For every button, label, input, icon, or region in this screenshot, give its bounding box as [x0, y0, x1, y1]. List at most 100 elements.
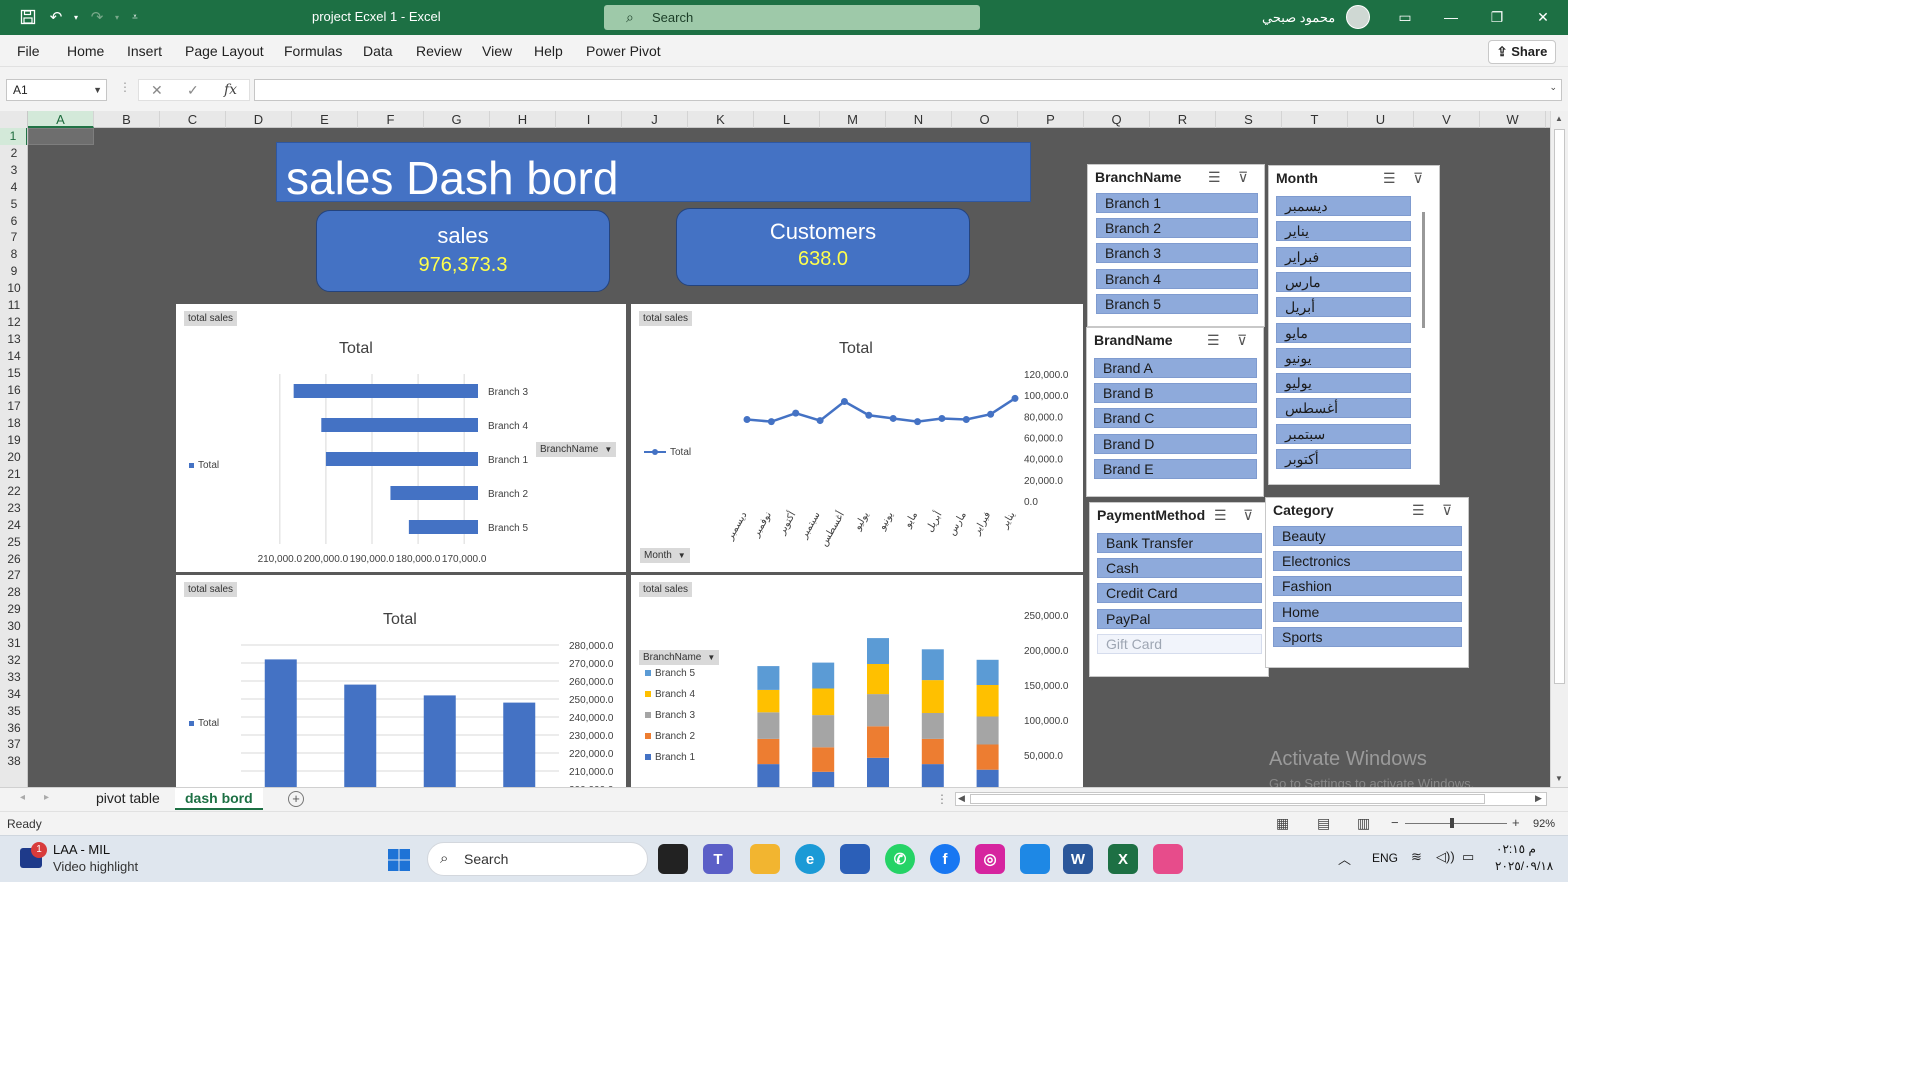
slicer-brandname[interactable]: BrandName ☰ ⊽ Brand A Brand B Brand C Br…	[1086, 327, 1264, 497]
slicer-item[interactable]: يناير	[1276, 221, 1411, 242]
tab-help[interactable]: Help	[534, 43, 563, 59]
multi-select-icon[interactable]: ☰	[1383, 170, 1396, 187]
row-header[interactable]: 20	[0, 449, 27, 466]
selected-cell[interactable]	[28, 128, 94, 145]
row-header[interactable]: 31	[0, 635, 27, 652]
instagram-icon[interactable]: ◎	[975, 844, 1005, 874]
field-button-branchname[interactable]: BranchName ▼	[536, 442, 617, 457]
row-header[interactable]: 19	[0, 432, 27, 449]
tab-data[interactable]: Data	[363, 43, 393, 59]
row-header[interactable]: 28	[0, 584, 27, 601]
column-header[interactable]: F	[358, 111, 424, 128]
search-input[interactable]: ⌕ Search	[604, 5, 980, 30]
column-header[interactable]: O	[952, 111, 1018, 128]
share-button[interactable]: ⇪ Share	[1488, 40, 1556, 64]
slicer-scrollbar[interactable]	[1422, 212, 1425, 328]
slicer-item[interactable]: Sports	[1273, 627, 1462, 647]
row-header[interactable]: 2	[0, 145, 27, 162]
column-header[interactable]: D	[226, 111, 292, 128]
row-header[interactable]: 21	[0, 466, 27, 483]
restore-icon[interactable]: ❐	[1484, 6, 1510, 28]
facebook-icon[interactable]: f	[930, 844, 960, 874]
row-header[interactable]: 14	[0, 348, 27, 365]
windows-start-icon[interactable]	[387, 848, 411, 872]
slicer-item[interactable]: مايو	[1276, 322, 1411, 343]
clock-date[interactable]: ٢٠٢٥/٠٩/١٨	[1495, 859, 1553, 873]
worksheet-grid[interactable]: sales Dash bord sales 976,373.3 Customer…	[28, 128, 1550, 787]
clock-time[interactable]: م ٠٢:١٥	[1496, 842, 1536, 856]
slicer-item[interactable]: Electronics	[1273, 551, 1462, 571]
slicer-item[interactable]: Fashion	[1273, 576, 1462, 596]
column-header[interactable]: K	[688, 111, 754, 128]
customize-toolbar-icon[interactable]: ⩡	[126, 8, 144, 26]
sheet-tab-dash-bord[interactable]: dash bord	[175, 788, 263, 810]
clear-filter-icon[interactable]: ⊽	[1413, 170, 1423, 187]
normal-view-icon[interactable]: ▦	[1276, 815, 1289, 832]
chart-month-sales[interactable]: total sales Total 120,000.0 100,000.0 80,0…	[631, 304, 1083, 572]
hscroll-thumb[interactable]	[970, 794, 1485, 804]
row-header[interactable]: 26	[0, 551, 27, 568]
row-header[interactable]: 38	[0, 753, 27, 770]
enter-icon[interactable]: ✓	[187, 82, 199, 99]
slicer-item[interactable]: Brand C	[1094, 408, 1257, 428]
battery-icon[interactable]: ▭	[1462, 849, 1474, 865]
row-header[interactable]: 4	[0, 179, 27, 196]
clear-filter-icon[interactable]: ⊽	[1243, 507, 1253, 524]
column-header[interactable]: S	[1216, 111, 1282, 128]
slicer-item[interactable]: أبريل	[1276, 297, 1411, 318]
file-explorer-icon[interactable]	[750, 844, 780, 874]
row-header[interactable]: 22	[0, 483, 27, 500]
save-icon[interactable]	[19, 8, 37, 26]
close-icon[interactable]: ✕	[1530, 6, 1556, 28]
cancel-icon[interactable]: ✕	[151, 82, 163, 99]
row-header[interactable]: 32	[0, 652, 27, 669]
slicer-item[interactable]: Bank Transfer	[1097, 533, 1262, 553]
excel-icon[interactable]: X	[1108, 844, 1138, 874]
column-header[interactable]: P	[1018, 111, 1084, 128]
slicer-item[interactable]: Branch 1	[1096, 193, 1258, 213]
slicer-item[interactable]: مارس	[1276, 271, 1411, 292]
column-header[interactable]: J	[622, 111, 688, 128]
column-header[interactable]: Q	[1084, 111, 1150, 128]
column-header[interactable]: W	[1480, 111, 1546, 128]
scroll-left-icon[interactable]: ◀	[958, 793, 965, 804]
dashboard-title[interactable]: sales Dash bord	[276, 142, 1031, 204]
split-handle-icon[interactable]: ⋮	[936, 792, 948, 806]
row-header[interactable]: 9	[0, 263, 27, 280]
tab-view[interactable]: View	[482, 43, 512, 59]
row-header[interactable]: 34	[0, 686, 27, 703]
row-header[interactable]: 12	[0, 314, 27, 331]
column-header[interactable]: M	[820, 111, 886, 128]
expand-formula-icon[interactable]: ⌄	[1549, 82, 1557, 93]
slicer-item[interactable]: Credit Card	[1097, 583, 1262, 603]
slicer-item[interactable]: Branch 4	[1096, 269, 1258, 289]
kpi-card-customers[interactable]: Customers 638.0	[676, 208, 970, 286]
row-header[interactable]: 29	[0, 601, 27, 618]
store-icon[interactable]	[840, 844, 870, 874]
taskbar-search[interactable]: ⌕ Search	[427, 842, 648, 876]
clear-filter-icon[interactable]: ⊽	[1237, 332, 1247, 349]
scroll-thumb[interactable]	[1554, 129, 1565, 684]
slicer-item[interactable]: Home	[1273, 602, 1462, 622]
tab-insert[interactable]: Insert	[127, 43, 162, 59]
insert-function-icon[interactable]: fx	[224, 82, 237, 98]
scroll-down-icon[interactable]: ▼	[1555, 774, 1563, 783]
column-header[interactable]: U	[1348, 111, 1414, 128]
scroll-up-icon[interactable]: ▲	[1555, 114, 1563, 123]
zoom-level[interactable]: 92%	[1533, 818, 1555, 830]
row-header[interactable]: 35	[0, 703, 27, 720]
row-header[interactable]: 30	[0, 618, 27, 635]
select-all-corner[interactable]	[0, 111, 28, 128]
row-header[interactable]: 1	[0, 128, 27, 145]
sheet-tab-pivot-table[interactable]: pivot table	[86, 788, 170, 810]
chart-total-sales[interactable]: total sales Total 280,000.0 270,000.0 260,…	[176, 575, 626, 787]
horizontal-scrollbar[interactable]: ◀ ▶	[955, 792, 1547, 806]
column-header[interactable]: A	[28, 111, 94, 128]
slicer-item[interactable]: أغسطس	[1276, 398, 1411, 419]
row-header[interactable]: 6	[0, 213, 27, 230]
more-options-icon[interactable]: ⋮	[119, 80, 131, 94]
slicer-item[interactable]: أكتوبر	[1276, 449, 1411, 469]
edge-icon[interactable]: e	[795, 844, 825, 874]
column-header[interactable]: T	[1282, 111, 1348, 128]
word-icon[interactable]: W	[1063, 844, 1093, 874]
